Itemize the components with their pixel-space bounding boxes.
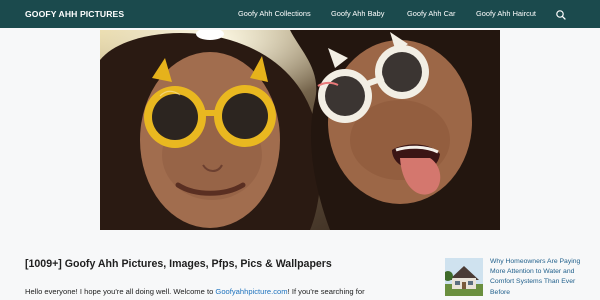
article-intro: Hello everyone! I hope you're all doing … [25, 287, 445, 296]
main-nav: Goofy Ahh Collections Goofy Ahh Baby Goo… [0, 0, 600, 28]
nav-item-haircut[interactable]: Goofy Ahh Haircut [476, 0, 536, 28]
sidebar-recent-post[interactable]: Why Homeowners Are Paying More Attention… [445, 256, 595, 300]
featured-image [100, 30, 500, 230]
post-thumbnail[interactable] [445, 258, 483, 296]
intro-text-end: ! If you're searching for [287, 287, 365, 296]
site-home-link[interactable]: Goofyahhpicture.com [215, 287, 287, 296]
intro-text-start: Hello everyone! I hope you're all doing … [25, 287, 216, 296]
post-title-link[interactable]: Why Homeowners Are Paying More Attention… [490, 257, 585, 298]
nav-item-car[interactable]: Goofy Ahh Car [407, 0, 455, 28]
nav-item-collections[interactable]: Goofy Ahh Collections [238, 0, 311, 28]
top-navigation-bar: GOOFY AHH PICTURES Goofy Ahh Collections… [0, 0, 600, 28]
nav-item-baby[interactable]: Goofy Ahh Baby [331, 0, 384, 28]
article-title: [1009+] Goofy Ahh Pictures, Images, Pfps… [25, 258, 332, 270]
search-icon[interactable] [555, 8, 567, 20]
